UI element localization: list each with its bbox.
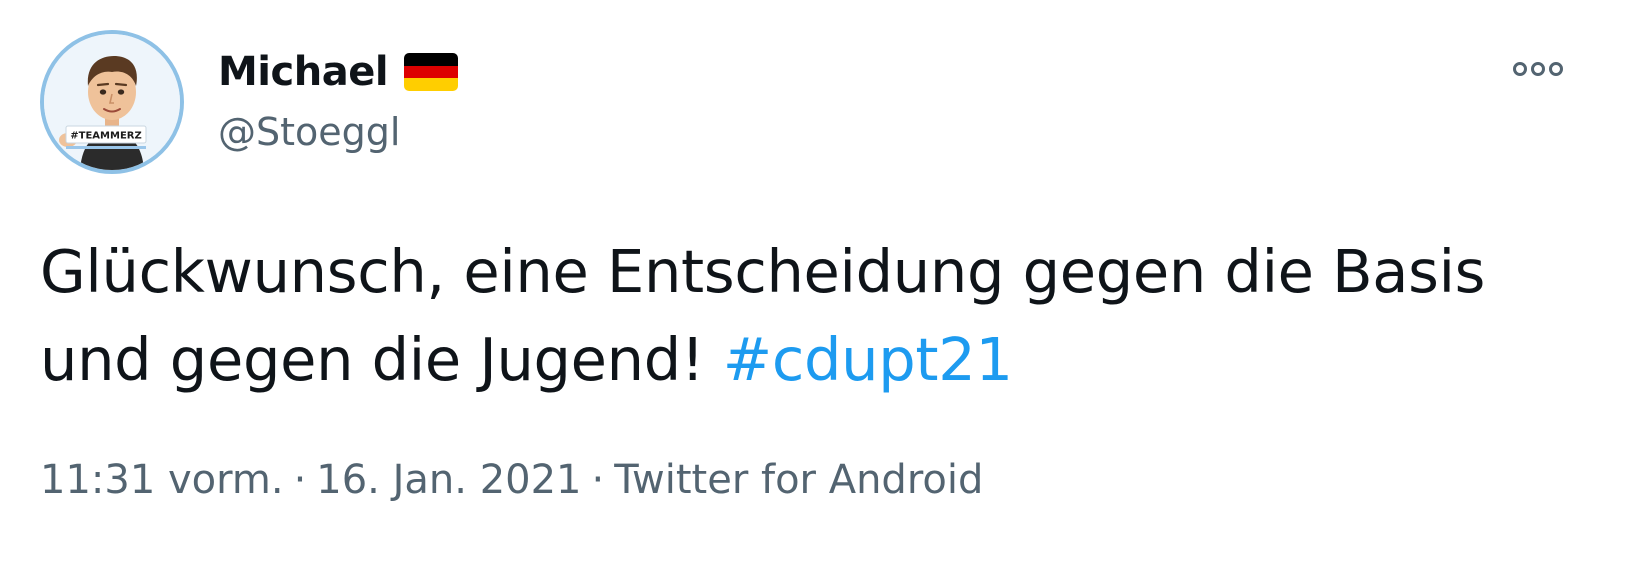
tweet-date-link[interactable]: 16. Jan. 2021 — [316, 457, 581, 503]
tweet-source-link[interactable]: Twitter for Android — [614, 457, 983, 503]
meta-separator: · — [591, 457, 605, 503]
author-name-row[interactable]: Michael — [218, 46, 459, 98]
flag-stripe-red — [404, 65, 459, 79]
tweet-card: #TEAMMERZ Michael @Stoeggl Glückwunsch, … — [0, 0, 1628, 573]
flag-stripe-gold — [404, 78, 459, 91]
more-options-button[interactable] — [1508, 52, 1568, 86]
author-display-name[interactable]: Michael — [218, 46, 389, 98]
meta-separator: · — [293, 457, 307, 503]
flag-stripe-black — [404, 53, 459, 66]
avatar-badge-text: #TEAMMERZ — [70, 131, 141, 142]
avatar-image: #TEAMMERZ — [44, 34, 180, 170]
avatar[interactable]: #TEAMMERZ — [40, 30, 184, 174]
tweet-text: Glückwunsch, eine Entscheidung gegen die… — [40, 228, 1580, 404]
germany-flag-icon — [404, 53, 459, 91]
author-handle[interactable]: @Stoeggl — [218, 108, 400, 156]
tweet-metadata: 11:31 vorm. · 16. Jan. 2021 · Twitter for An… — [40, 452, 983, 508]
more-horizontal-icon — [1513, 62, 1563, 76]
hashtag-link[interactable]: #cdupt21 — [723, 325, 1013, 394]
tweet-time-link[interactable]: 11:31 vorm. — [40, 457, 284, 503]
